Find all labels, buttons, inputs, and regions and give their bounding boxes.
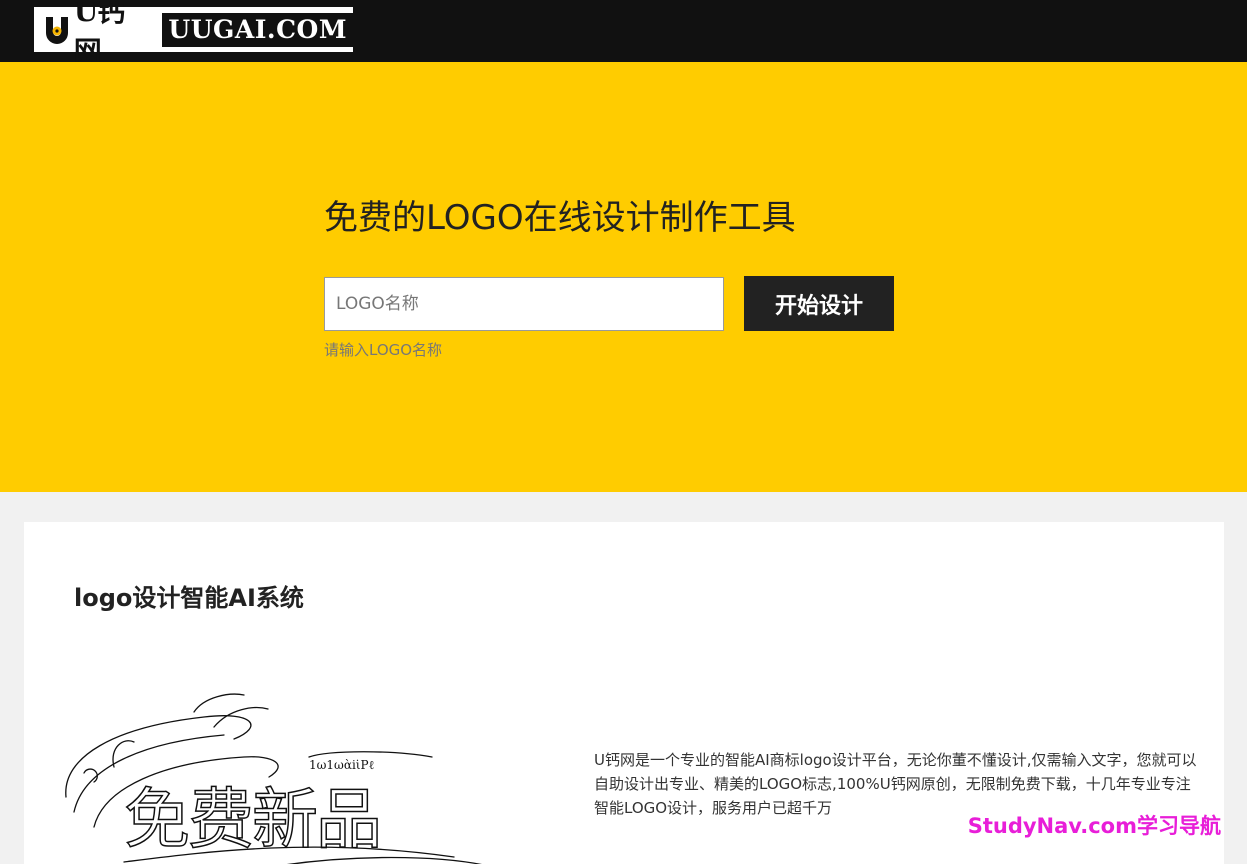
site-logo[interactable]: U钙网 UUGAI.COM <box>34 0 353 68</box>
logo-name-input[interactable] <box>324 277 724 331</box>
svg-text:1ω1ωὰiι̇Pℓ: 1ω1ωὰiι̇Pℓ <box>309 758 375 772</box>
hero-title: 免费的LOGO在线设计制作工具 <box>324 198 796 238</box>
section-title: logo设计智能AI系统 <box>74 584 304 612</box>
logo-domain-text: UUGAI.COM <box>162 12 353 47</box>
top-navbar: U钙网 UUGAI.COM <box>0 0 1247 68</box>
promo-image: 1ω1ωὰiι̇Pℓ 免费新品 <box>54 687 494 864</box>
promo-sketch-text: 免费新品 <box>124 781 380 858</box>
watermark-text: StudyNav.com学习导航 <box>967 814 1221 838</box>
start-design-button[interactable]: 开始设计 <box>744 276 894 331</box>
input-hint: 请输入LOGO名称 <box>324 341 443 359</box>
gear-u-icon <box>42 15 72 45</box>
hero-section: 免费的LOGO在线设计制作工具 开始设计 请输入LOGO名称 <box>0 62 1247 492</box>
logo-chinese-text: U钙网 <box>73 0 125 68</box>
promo-sketch-graphic: 1ω1ωὰiι̇Pℓ 免费新品 <box>65 693 483 864</box>
